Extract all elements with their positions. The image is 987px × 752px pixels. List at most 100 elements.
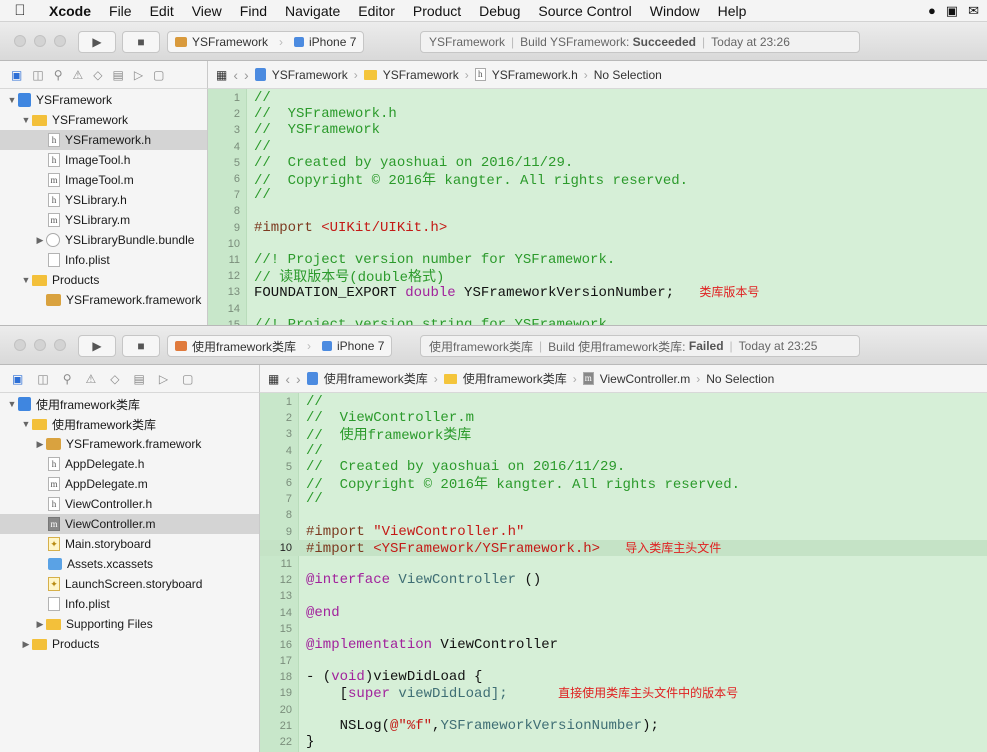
- forward-arrow-icon[interactable]: ›: [296, 371, 301, 387]
- issue-navigator-icon[interactable]: ⚠: [85, 372, 96, 386]
- breakpoint-navigator-icon[interactable]: ▷: [134, 68, 143, 82]
- related-items-icon[interactable]: ▦: [216, 68, 227, 82]
- zoom-window-button[interactable]: [54, 35, 66, 47]
- tree-row-file[interactable]: m ViewController.m: [0, 514, 259, 534]
- stop-icon: ■: [137, 35, 145, 49]
- tree-row-file[interactable]: YSFramework.framework: [0, 290, 207, 310]
- breadcrumb-group[interactable]: YSFramework: [383, 68, 459, 82]
- status-build-label: Build YSFramework:: [520, 35, 630, 49]
- tree-row-file[interactable]: m ImageTool.m: [0, 170, 207, 190]
- tree-label: AppDelegate.m: [65, 477, 148, 491]
- report-navigator-icon[interactable]: ▢: [182, 372, 193, 386]
- project-navigator-icon[interactable]: ▣: [12, 372, 23, 386]
- menu-source-control[interactable]: Source Control: [529, 3, 640, 19]
- menu-help[interactable]: Help: [709, 3, 756, 19]
- tree-label: 使用framework类库: [52, 417, 157, 432]
- zoom-window-button[interactable]: [54, 339, 66, 351]
- tree-row-group[interactable]: ▼ Products: [0, 270, 207, 290]
- tree-row-file[interactable]: m YSLibrary.m: [0, 210, 207, 230]
- code-line: 10: [227, 237, 240, 250]
- tree-row-file[interactable]: h ImageTool.h: [0, 150, 207, 170]
- scheme-selector[interactable]: YSFramework › iPhone 7: [167, 31, 365, 53]
- menu-debug[interactable]: Debug: [470, 3, 529, 19]
- code-line: 9 #import <UIKit/UIKit.h>: [233, 219, 448, 236]
- menu-xcode[interactable]: Xcode: [40, 3, 100, 19]
- find-navigator-icon[interactable]: ⚲: [63, 372, 72, 386]
- minimize-window-button[interactable]: [34, 339, 46, 351]
- menu-file[interactable]: File: [100, 3, 141, 19]
- tree-row-file[interactable]: Assets.xcassets: [0, 554, 259, 574]
- debug-navigator-icon[interactable]: ▤: [112, 68, 123, 82]
- breadcrumb-group[interactable]: 使用framework类库: [463, 370, 567, 387]
- menu-navigate[interactable]: Navigate: [276, 3, 349, 19]
- tree-row-file[interactable]: Info.plist: [0, 594, 259, 614]
- menu-editor[interactable]: Editor: [349, 3, 404, 19]
- project-icon: [18, 397, 31, 411]
- source-control-navigator-icon[interactable]: ◫: [32, 68, 43, 82]
- folder-icon: [32, 638, 47, 650]
- source-editor[interactable]: 1// 2// YSFramework.h 3// YSFramework 4/…: [208, 89, 987, 327]
- breadcrumb-project[interactable]: YSFramework: [272, 68, 348, 82]
- menu-view[interactable]: View: [183, 3, 231, 19]
- menu-find[interactable]: Find: [231, 3, 276, 19]
- activity-status: YSFramework | Build YSFramework: Succeed…: [420, 31, 860, 53]
- code-line-current: 10 #import <YSFramework/YSFramework.h> 导入…: [260, 539, 987, 557]
- source-control-navigator-icon[interactable]: ◫: [37, 372, 48, 386]
- test-navigator-icon[interactable]: ◇: [110, 372, 119, 386]
- breadcrumb-file[interactable]: ViewController.m: [600, 372, 690, 386]
- back-arrow-icon[interactable]: ‹: [233, 67, 238, 83]
- tree-row-file[interactable]: h ViewController.h: [0, 494, 259, 514]
- related-items-icon[interactable]: ▦: [268, 372, 279, 386]
- back-arrow-icon[interactable]: ‹: [285, 371, 290, 387]
- tree-row-group[interactable]: ▶ Products: [0, 634, 259, 654]
- scheme-selector[interactable]: 使用framework类库 › iPhone 7: [167, 335, 393, 357]
- tree-row-file[interactable]: h YSLibrary.h: [0, 190, 207, 210]
- bundle-icon: [46, 233, 60, 247]
- close-window-button[interactable]: [14, 339, 26, 351]
- close-window-button[interactable]: [14, 35, 26, 47]
- tree-row-project[interactable]: ▼ YSFramework: [0, 90, 207, 110]
- tree-row-file[interactable]: ✦ Main.storyboard: [0, 534, 259, 554]
- tree-row-file[interactable]: h AppDelegate.h: [0, 454, 259, 474]
- tree-row-group[interactable]: ▼ 使用framework类库: [0, 414, 259, 434]
- stop-button[interactable]: ■: [122, 335, 160, 357]
- code-line: 8: [233, 205, 240, 218]
- tree-row-bundle[interactable]: ▶ YSLibraryBundle.bundle: [0, 230, 207, 250]
- run-button[interactable]: ▶: [78, 335, 116, 357]
- breadcrumb-file[interactable]: YSFramework.h: [492, 68, 578, 82]
- find-navigator-icon[interactable]: ⚲: [54, 68, 63, 82]
- tree-row-file[interactable]: m AppDelegate.m: [0, 474, 259, 494]
- breadcrumb-selection[interactable]: No Selection: [594, 68, 662, 82]
- tree-row-framework[interactable]: ▶ YSFramework.framework: [0, 434, 259, 454]
- menu-window[interactable]: Window: [641, 3, 709, 19]
- project-navigator-icon[interactable]: ▣: [11, 68, 22, 82]
- apple-logo-icon[interactable]: : [0, 2, 40, 19]
- jump-bar: ▦ ‹ › 使用framework类库 › 使用framework类库 › m …: [260, 365, 987, 393]
- issue-navigator-icon[interactable]: ⚠: [72, 68, 83, 82]
- screen-icon[interactable]: ▣: [946, 3, 958, 19]
- minimize-window-button[interactable]: [34, 35, 46, 47]
- menu-product[interactable]: Product: [404, 3, 470, 19]
- debug-navigator-icon[interactable]: ▤: [133, 372, 144, 386]
- test-navigator-icon[interactable]: ◇: [93, 68, 102, 82]
- breadcrumb-project[interactable]: 使用framework类库: [324, 370, 428, 387]
- tree-row-file[interactable]: ✦ LaunchScreen.storyboard: [0, 574, 259, 594]
- tree-row-group[interactable]: ▶ Supporting Files: [0, 614, 259, 634]
- tree-label: Supporting Files: [66, 617, 153, 631]
- tree-row-project[interactable]: ▼ 使用framework类库: [0, 394, 259, 414]
- stop-button[interactable]: ■: [122, 31, 160, 53]
- input-source-icon[interactable]: ✉: [968, 3, 979, 19]
- notification-bell-icon[interactable]: ●: [928, 3, 936, 18]
- forward-arrow-icon[interactable]: ›: [244, 67, 249, 83]
- source-editor[interactable]: 1// 2// ViewController.m 3// 使用framework…: [260, 393, 987, 752]
- breakpoint-navigator-icon[interactable]: ▷: [159, 372, 168, 386]
- code-line: 22}: [279, 734, 315, 751]
- breadcrumb-selection[interactable]: No Selection: [706, 372, 774, 386]
- report-navigator-icon[interactable]: ▢: [153, 68, 164, 82]
- run-button[interactable]: ▶: [78, 31, 116, 53]
- project-navigator: ▼ YSFramework ▼ YSFramework h YSFramework.h…: [0, 89, 208, 327]
- tree-row-file[interactable]: h YSFramework.h: [0, 130, 207, 150]
- tree-row-group[interactable]: ▼ YSFramework: [0, 110, 207, 130]
- tree-row-file[interactable]: Info.plist: [0, 250, 207, 270]
- menu-edit[interactable]: Edit: [141, 3, 183, 19]
